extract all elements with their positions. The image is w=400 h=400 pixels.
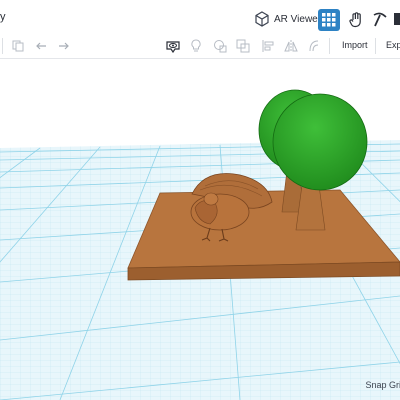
turkey-tail-stripes bbox=[199, 180, 263, 197]
copy-icon bbox=[12, 40, 24, 52]
light-bulb-icon bbox=[191, 39, 201, 52]
base-plate-side bbox=[127, 261, 400, 281]
import-button[interactable]: Import bbox=[342, 40, 368, 50]
tree-back-trunk bbox=[281, 169, 305, 213]
shape-tool-button[interactable] bbox=[306, 38, 322, 54]
align-icon bbox=[262, 40, 274, 52]
redo-icon bbox=[59, 42, 69, 50]
turkey-head bbox=[203, 192, 219, 206]
undo-button[interactable] bbox=[33, 38, 49, 54]
view-icon bbox=[166, 41, 180, 53]
align-button[interactable] bbox=[260, 38, 276, 54]
toggle-visibility-button[interactable] bbox=[165, 38, 181, 54]
3d-design-view-button[interactable] bbox=[318, 9, 340, 31]
tree-front-trunk bbox=[295, 177, 326, 231]
3d-viewport[interactable] bbox=[0, 0, 400, 400]
tree-front-top bbox=[272, 93, 368, 191]
toolbar-divider bbox=[329, 38, 330, 54]
top-header-bar: y AR Viewer bbox=[0, 0, 400, 35]
turkey-wing bbox=[194, 200, 218, 225]
workplane-grid[interactable] bbox=[0, 140, 400, 400]
hand-pointer-icon[interactable] bbox=[348, 12, 364, 28]
group-button[interactable] bbox=[235, 38, 251, 54]
ar-viewer-label: AR Viewer bbox=[274, 13, 322, 25]
editing-toolbar: Import Expo bbox=[0, 34, 400, 59]
turkey-body bbox=[190, 193, 250, 231]
light-button[interactable] bbox=[188, 38, 204, 54]
tree-front[interactable] bbox=[272, 93, 368, 231]
group-icon bbox=[236, 39, 250, 53]
turkey-tail-fan bbox=[191, 173, 273, 209]
turkey-model[interactable] bbox=[190, 173, 273, 242]
workplane-minor-grid bbox=[0, 140, 400, 400]
redo-button[interactable] bbox=[56, 38, 72, 54]
base-plate-top[interactable] bbox=[127, 189, 400, 269]
design-title[interactable]: y bbox=[0, 11, 6, 23]
shape-button[interactable] bbox=[212, 38, 228, 54]
grid-view-icon bbox=[322, 13, 336, 27]
copy-button[interactable] bbox=[10, 38, 26, 54]
toolbar-divider bbox=[375, 38, 376, 54]
snap-grid-label[interactable]: Snap Grid bbox=[365, 380, 400, 390]
toolbar-divider bbox=[2, 38, 3, 54]
ar-cube-icon bbox=[255, 11, 269, 27]
export-button[interactable]: Expo bbox=[386, 40, 400, 50]
mirror-button[interactable] bbox=[283, 38, 299, 54]
profile-button-edge[interactable] bbox=[394, 13, 400, 25]
pickaxe-icon[interactable] bbox=[372, 12, 388, 28]
turkey-legs bbox=[201, 227, 229, 242]
shape-icon bbox=[214, 40, 227, 53]
mirror-icon bbox=[284, 40, 298, 52]
workplane-major-gridlines bbox=[0, 141, 400, 400]
undo-icon bbox=[36, 42, 46, 50]
tree-back-top bbox=[258, 89, 332, 171]
ar-viewer-button[interactable]: AR Viewer bbox=[254, 9, 321, 29]
shape-tool-icon bbox=[309, 40, 319, 52]
tree-back[interactable] bbox=[258, 89, 332, 213]
